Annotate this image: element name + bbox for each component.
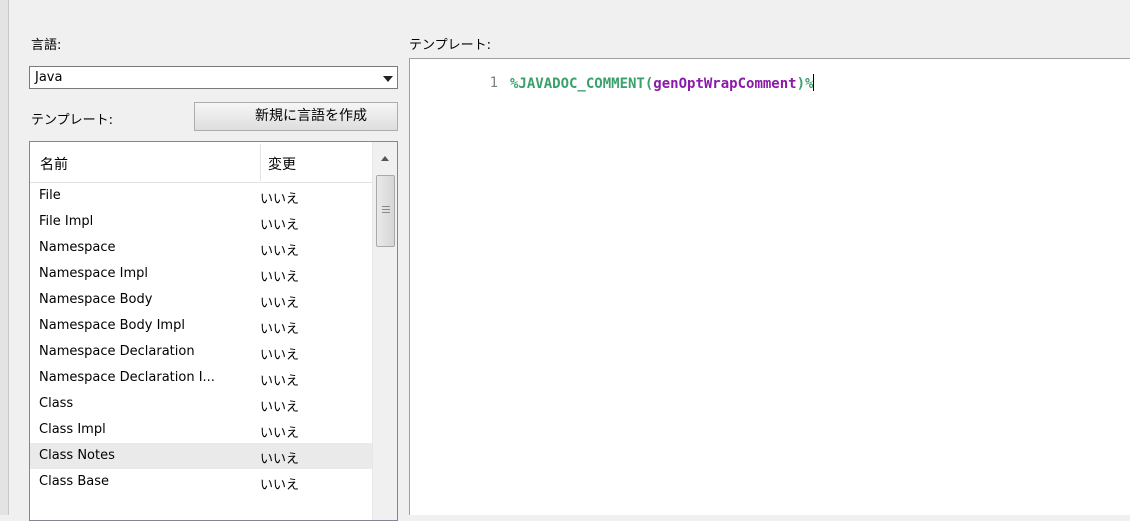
list-item-name: Namespace Impl: [39, 266, 148, 281]
list-item-changed: いいえ: [260, 478, 300, 493]
text-caret: [813, 74, 815, 91]
list-item-name: Class Notes: [39, 448, 115, 463]
list-item[interactable]: Class Base いいえ: [30, 469, 372, 495]
list-item-name: File: [39, 188, 61, 203]
language-select[interactable]: Java: [29, 66, 398, 89]
list-item[interactable]: File Impl いいえ: [30, 209, 372, 235]
code-argument: genOptWrapComment: [653, 76, 797, 92]
list-item[interactable]: Class Notes いいえ: [30, 443, 372, 469]
grip-line: [382, 206, 390, 207]
template-list[interactable]: 名前 変更 File いいえ File Impl いいえ Namespace いいえ Nam…: [29, 141, 398, 521]
scrollbar-thumb[interactable]: [376, 175, 395, 247]
list-item-changed: いいえ: [260, 244, 300, 259]
template-editor[interactable]: 1 %JAVADOC_COMMENT(genOptWrapComment)%: [409, 58, 1130, 515]
list-item-changed: いいえ: [260, 218, 300, 233]
list-item-changed: いいえ: [260, 270, 300, 285]
list-item-changed: いいえ: [260, 322, 300, 337]
list-item-changed: いいえ: [260, 426, 300, 441]
column-header-name[interactable]: 名前: [40, 154, 68, 174]
list-item[interactable]: Namespace Declaration I... いいえ: [30, 365, 372, 391]
line-number: 1: [489, 75, 498, 91]
code-macro-open: %JAVADOC_COMMENT(: [510, 76, 654, 92]
grip-line: [382, 209, 390, 210]
list-item[interactable]: Namespace Declaration いいえ: [30, 339, 372, 365]
list-item[interactable]: Namespace Body Impl いいえ: [30, 313, 372, 339]
list-item[interactable]: Namespace いいえ: [30, 235, 372, 261]
grip-line: [382, 212, 390, 213]
template-editor-label: テンプレート:: [409, 38, 491, 53]
list-rows: File いいえ File Impl いいえ Namespace いいえ Namespace…: [30, 183, 372, 495]
list-item-name: Class Impl: [39, 422, 106, 437]
list-item-changed: いいえ: [260, 192, 300, 207]
list-item-changed: いいえ: [260, 400, 300, 415]
code-macro-close: )%: [796, 76, 814, 92]
list-header: 名前 変更: [30, 142, 372, 183]
code-line[interactable]: %JAVADOC_COMMENT(genOptWrapComment)%: [510, 74, 815, 92]
list-item-name: Namespace: [39, 240, 116, 255]
arrow-up-icon[interactable]: [373, 142, 397, 175]
column-header-changed[interactable]: 変更: [268, 154, 296, 174]
list-item-changed: いいえ: [260, 348, 300, 363]
list-item[interactable]: Class Impl いいえ: [30, 417, 372, 443]
list-item[interactable]: Class いいえ: [30, 391, 372, 417]
list-item-name: Namespace Body: [39, 292, 153, 307]
list-item-changed: いいえ: [260, 296, 300, 311]
list-item[interactable]: File いいえ: [30, 183, 372, 209]
list-item-name: File Impl: [39, 214, 94, 229]
list-item[interactable]: Namespace Body いいえ: [30, 287, 372, 313]
list-item-name: Class Base: [39, 474, 109, 489]
list-item-name: Namespace Declaration: [39, 344, 195, 359]
language-label: 言語:: [31, 38, 62, 53]
list-item-changed: いいえ: [260, 374, 300, 389]
list-item-name: Namespace Body Impl: [39, 318, 185, 333]
line-number-gutter: 1: [410, 59, 502, 515]
left-edge-border: [0, 0, 9, 515]
vertical-scrollbar[interactable]: [372, 142, 397, 520]
new-language-button[interactable]: 新規に言語を作成: [194, 102, 398, 131]
list-item[interactable]: Namespace Impl いいえ: [30, 261, 372, 287]
template-list-label: テンプレート:: [31, 113, 113, 128]
list-item-name: Class: [39, 396, 74, 411]
chevron-down-icon[interactable]: [383, 76, 393, 82]
column-separator[interactable]: [260, 144, 261, 181]
list-item-changed: いいえ: [260, 452, 300, 467]
language-select-value: Java: [35, 70, 63, 85]
list-item-name: Namespace Declaration I...: [39, 370, 215, 385]
